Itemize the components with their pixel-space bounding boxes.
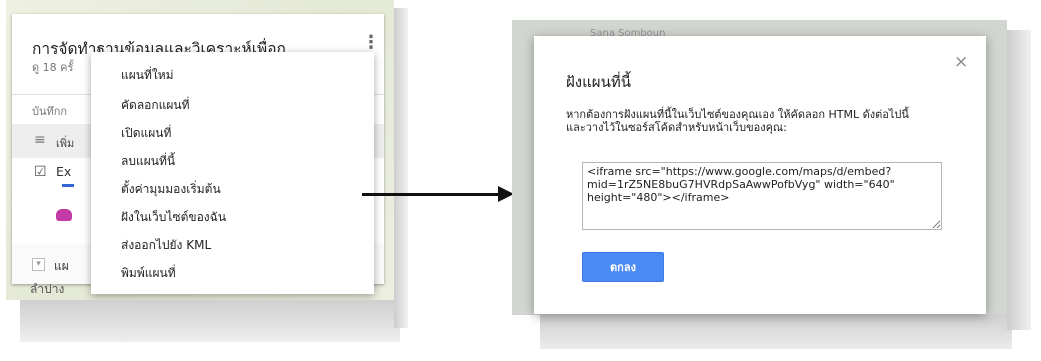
menu-item-open-map[interactable]: เปิดแผนที่ [121, 124, 171, 143]
basemap-label: แผ [54, 259, 69, 273]
dropdown-icon[interactable]: ▾ [32, 258, 45, 271]
menu-item-export-kml[interactable]: ส่งออกไปยัง KML [121, 236, 211, 255]
map-views-text: ดู 18 ครั้ [32, 61, 74, 74]
menu-item-print-map[interactable]: พิมพ์แผนที่ [121, 264, 176, 283]
saved-status: บันทึกก [32, 105, 68, 118]
left-shadow-side [394, 8, 408, 328]
line-style-swatch [62, 184, 74, 187]
close-icon[interactable]: × [954, 52, 968, 72]
right-shadow-side [1007, 30, 1031, 330]
area-style-swatch [56, 209, 72, 221]
menu-item-copy-map[interactable]: คัดลอกแผนที่ [121, 96, 190, 115]
embed-code-field[interactable]: <iframe src="https://www.google.com/maps… [582, 162, 942, 230]
left-shadow [20, 300, 400, 342]
embed-instructions: หากต้องการฝังแผนที่นี้ในเว็บไซต์ของคุณเอ… [566, 108, 909, 134]
my-maps-screenshot: การจัดทำฐานข้อมูลและวิเคราะห์เพื่อก.. ⋮ … [6, 0, 394, 300]
layer-checkbox-icon[interactable]: ☑ [34, 164, 47, 180]
dialog-title: ฝังแผนที่นี้ [566, 73, 631, 91]
menu-item-delete-map[interactable]: ลบแผนที่นี้ [121, 152, 175, 171]
map-place-label: ลำปาง [30, 282, 65, 296]
layers-icon: ≡ [34, 132, 46, 148]
more-options-icon[interactable]: ⋮ [362, 32, 380, 53]
menu-item-default-view[interactable]: ตั้งค่ามุมมองเริ่มต้น [121, 180, 221, 199]
map-options-menu: แผนที่ใหม่ คัดลอกแผนที่ เปิดแผนที่ ลบแผน… [91, 52, 374, 294]
add-layer-label: เพิ่ม [56, 137, 75, 150]
embed-dialog: ฝังแผนที่นี้ × หากต้องการฝังแผนที่นี้ในเ… [534, 36, 986, 314]
arrow-line [362, 193, 500, 196]
menu-item-embed[interactable]: ฝังในเว็บไซต์ของฉัน [121, 208, 226, 227]
layer-name[interactable]: Ex [56, 164, 71, 179]
right-shadow [540, 315, 1012, 349]
menu-item-new-map[interactable]: แผนที่ใหม่ [121, 66, 174, 85]
ok-button[interactable]: ตกลง [582, 252, 664, 282]
